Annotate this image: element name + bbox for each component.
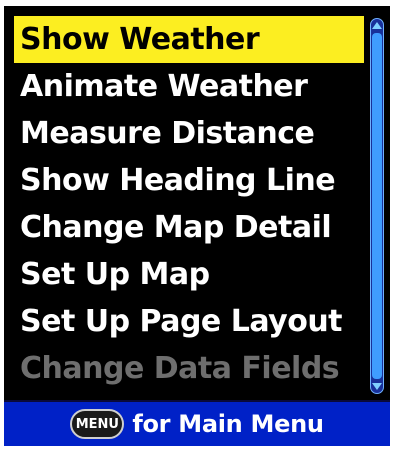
options-menu: Show Weather Animate Weather Measure Dis…	[14, 16, 364, 399]
menu-item-show-heading-line[interactable]: Show Heading Line	[14, 157, 364, 204]
menu-item-set-up-map[interactable]: Set Up Map	[14, 251, 364, 298]
menu-item-change-map-detail[interactable]: Change Map Detail	[14, 204, 364, 251]
menu-item-show-weather[interactable]: Show Weather	[14, 16, 364, 63]
scroll-up-arrow-icon[interactable]	[372, 22, 382, 29]
scroll-thumb[interactable]	[372, 33, 382, 379]
scroll-down-arrow-icon[interactable]	[372, 383, 382, 390]
menu-key-icon: MENU	[70, 409, 125, 439]
footer-hint-text: for Main Menu	[132, 410, 324, 438]
menu-item-change-data-fields: Change Data Fields	[20, 351, 340, 386]
menu-item-set-up-page-layout[interactable]: Set Up Page Layout	[14, 298, 364, 345]
menu-item-measure-distance[interactable]: Measure Distance	[14, 110, 364, 157]
menu-scrollbar[interactable]	[370, 18, 384, 394]
device-screen: Show Weather Animate Weather Measure Dis…	[4, 6, 390, 446]
footer-hint-bar: MENU for Main Menu	[4, 400, 390, 446]
menu-item-animate-weather[interactable]: Animate Weather	[14, 63, 364, 110]
